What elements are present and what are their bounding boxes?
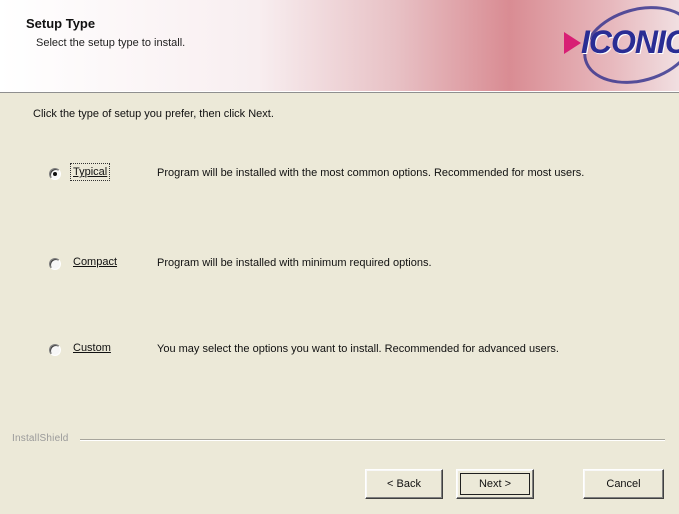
logo-arrow-icon [564, 32, 581, 54]
custom-radio-button[interactable] [49, 344, 61, 356]
page-subtitle: Select the setup type to install. [36, 37, 186, 49]
compact-description: Program will be installed with minimum r… [157, 257, 432, 269]
next-button[interactable]: Next > [456, 469, 534, 499]
setup-instruction: Click the type of setup you prefer, then… [33, 108, 274, 120]
cancel-button[interactable]: Cancel [583, 469, 664, 499]
compact-radio-button[interactable] [49, 258, 61, 270]
custom-label[interactable]: Custom [73, 342, 111, 354]
page-title: Setup Type [26, 16, 96, 31]
compact-label[interactable]: Compact [73, 256, 117, 268]
typical-radio-button[interactable] [49, 168, 61, 180]
installshield-separator-label: InstallShield [12, 433, 69, 444]
back-button[interactable]: < Back [365, 469, 443, 499]
wizard-header: Setup Type Select the setup type to inst… [0, 0, 679, 97]
logo-text: ICONICS [581, 24, 679, 60]
typical-description: Program will be installed with the most … [157, 167, 585, 179]
footer-separator [80, 439, 665, 441]
setup-type-dialog: Setup Type Select the setup type to inst… [0, 0, 679, 514]
typical-label[interactable]: Typical [69, 163, 111, 181]
iconics-logo: ICONICS [556, 0, 679, 97]
custom-description: You may select the options you want to i… [157, 343, 559, 355]
